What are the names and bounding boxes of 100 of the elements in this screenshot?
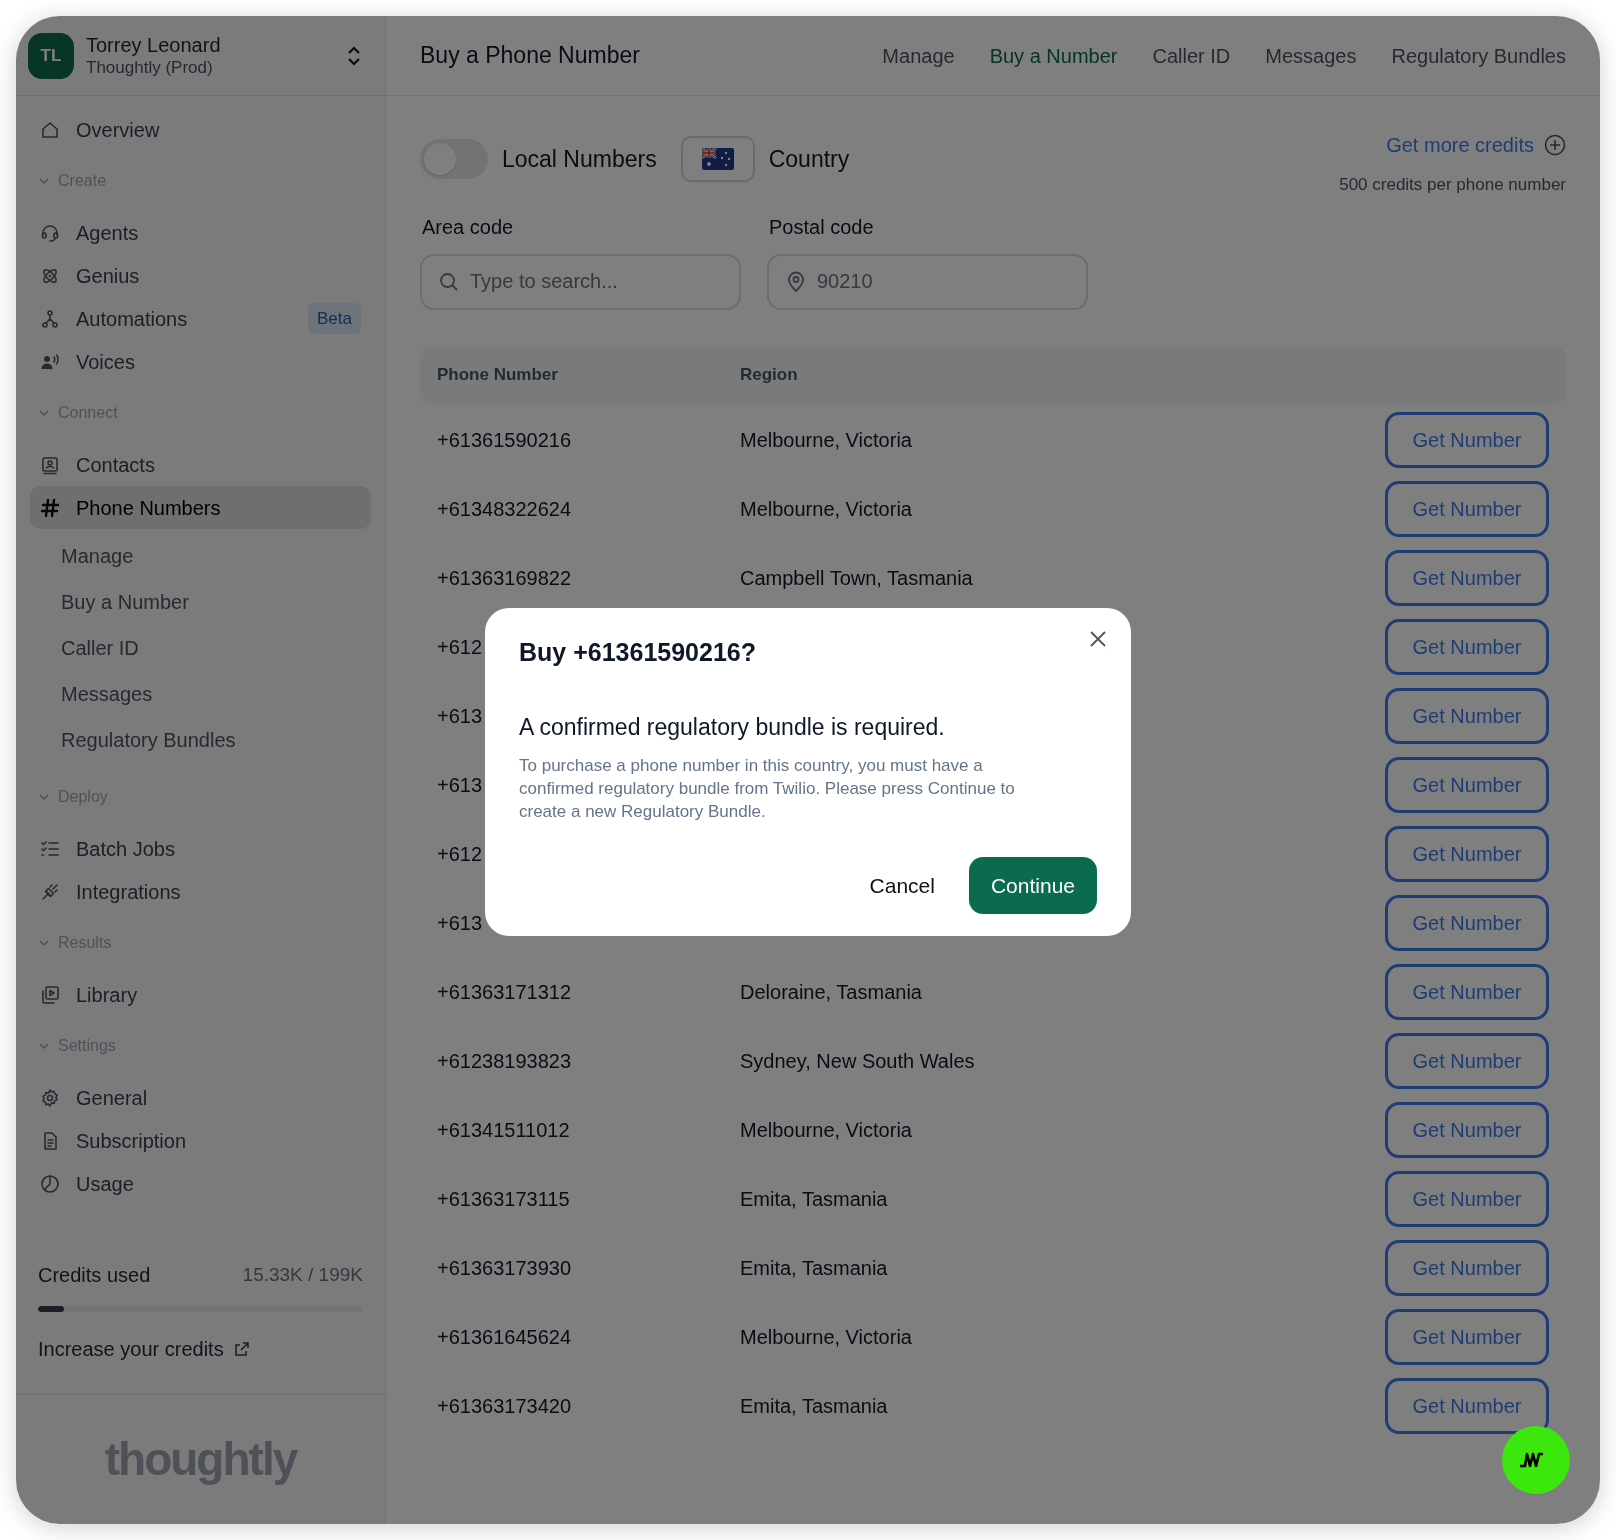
- nav-item[interactable]: Library: [30, 973, 371, 1016]
- get-number-button[interactable]: Get Number: [1385, 895, 1549, 951]
- nav-tab[interactable]: Regulatory Bundles: [1391, 40, 1566, 71]
- nav-item[interactable]: General: [30, 1076, 371, 1119]
- phone-number-cell: +61348322624: [437, 498, 572, 520]
- country-label: Country: [768, 144, 850, 174]
- credits-note: 500 credits per phone number: [1339, 174, 1566, 196]
- dialog-message: To purchase a phone number in this country, you must have a confirmed regulatory bundle from Twilio. Please press Continue to create a new Regulatory Bundle.: [519, 755, 1016, 823]
- plus-circle-icon[interactable]: [1544, 134, 1566, 156]
- column-header: Region: [740, 364, 798, 387]
- phone-number-cell: +61363173115: [437, 1188, 570, 1210]
- get-number-button[interactable]: Get Number: [1385, 1309, 1549, 1365]
- chevron-icon: [38, 407, 50, 419]
- nav-item[interactable]: Genius: [30, 254, 371, 297]
- dialog-title: Buy +61361590216?: [519, 637, 757, 668]
- field-label: Area code: [421, 214, 515, 240]
- nav-subitem[interactable]: Regulatory Bundles: [30, 717, 371, 763]
- toggle-label: Local Numbers: [502, 144, 657, 174]
- phone-number-cell: +612: [437, 636, 483, 658]
- settings-icon: [40, 1087, 60, 1108]
- nav-item[interactable]: Phone Numbers: [30, 486, 371, 529]
- contact-card-icon: [40, 454, 60, 475]
- close-icon[interactable]: [1089, 630, 1107, 648]
- cancel-button[interactable]: Cancel: [851, 857, 953, 914]
- get-number-button[interactable]: Get Number: [1385, 1240, 1549, 1296]
- avatar: TL: [28, 32, 74, 79]
- phone-number-cell: +61341511012: [437, 1119, 570, 1141]
- nav-subitem[interactable]: Buy a Number: [30, 579, 371, 625]
- workspace-name: Thoughtly (Prod): [86, 56, 214, 79]
- region-cell: Campbell Town, Tasmania: [740, 567, 973, 589]
- get-number-button[interactable]: Get Number: [1385, 619, 1549, 675]
- nav-item[interactable]: Voices: [30, 340, 371, 383]
- beta-badge: Beta: [308, 302, 361, 335]
- plug-icon: [40, 881, 60, 902]
- get-number-button[interactable]: Get Number: [1385, 481, 1549, 537]
- nav-subitem[interactable]: Messages: [30, 671, 371, 717]
- column-header: Phone Number: [437, 364, 559, 387]
- nav-tab[interactable]: Buy a Number: [989, 40, 1118, 71]
- account-name: Torrey Leonard: [86, 32, 222, 57]
- chevron-icon: [38, 1040, 50, 1052]
- get-number-button[interactable]: Get Number: [1385, 1033, 1549, 1089]
- phone-number-cell: +61361645624: [437, 1326, 572, 1348]
- get-number-button[interactable]: Get Number: [1385, 826, 1549, 882]
- switcher-icon[interactable]: [347, 44, 361, 67]
- nav-item[interactable]: Automations Beta: [30, 297, 371, 340]
- region-cell: Melbourne, Victoria: [740, 498, 912, 520]
- phone-number-cell: +613: [437, 912, 483, 934]
- phone-number-cell: +61238193823: [437, 1050, 572, 1072]
- phone-number-cell: +612: [437, 843, 483, 865]
- nav-item[interactable]: Integrations: [30, 870, 371, 913]
- page-title: Buy a Phone Number: [420, 41, 641, 71]
- phone-number-cell: +61363169822: [437, 567, 572, 589]
- chevron-icon: [38, 791, 50, 803]
- nav-tab[interactable]: Caller ID: [1152, 40, 1231, 71]
- nav-item[interactable]: Batch Jobs: [30, 827, 371, 870]
- phone-number-cell: +61361590216: [437, 429, 572, 451]
- dialog-heading: A confirmed regulatory bundle is required.: [519, 712, 946, 742]
- get-number-button[interactable]: Get Number: [1385, 1102, 1549, 1158]
- credits-reading: 15.33K / 199K: [242, 1262, 363, 1287]
- area-code-field[interactable]: Type to search...: [420, 253, 741, 310]
- chevron-icon: [38, 937, 50, 949]
- flag-icon: [701, 148, 734, 170]
- checklist-icon: [40, 838, 60, 859]
- play-library-icon: [40, 984, 60, 1005]
- phone-number-cell: +61363171312: [437, 981, 572, 1003]
- region-cell: Emita, Tasmania: [740, 1257, 888, 1279]
- nav-item[interactable]: Contacts: [30, 443, 371, 486]
- nav-subitem[interactable]: Caller ID: [30, 625, 371, 671]
- nav-item[interactable]: Agents: [30, 211, 371, 254]
- nav-item[interactable]: Usage: [30, 1162, 371, 1205]
- region-cell: Sydney, New South Wales: [740, 1050, 975, 1072]
- increase-credits-link[interactable]: Increase your credits: [38, 1334, 363, 1364]
- nav-tab[interactable]: Manage: [882, 40, 955, 71]
- pie-chart-icon: [40, 1173, 60, 1194]
- field-label: Postal code: [768, 214, 875, 240]
- postal-code-field[interactable]: 90210: [767, 253, 1088, 310]
- nav-tab[interactable]: Messages: [1265, 40, 1357, 71]
- get-number-button[interactable]: Get Number: [1385, 550, 1549, 606]
- location-pin-icon: [786, 270, 806, 293]
- region-cell: Emita, Tasmania: [740, 1395, 888, 1417]
- nav-item[interactable]: Overview: [30, 108, 371, 151]
- country-picker[interactable]: [680, 136, 755, 182]
- get-number-button[interactable]: Get Number: [1385, 1171, 1549, 1227]
- get-number-button[interactable]: Get Number: [1385, 1378, 1549, 1434]
- nav-subitem[interactable]: Manage: [30, 533, 371, 579]
- phone-number-cell: +613: [437, 774, 483, 796]
- get-number-button[interactable]: Get Number: [1385, 757, 1549, 813]
- external-link-icon: [233, 1341, 250, 1357]
- search-icon: [439, 271, 459, 292]
- region-cell: Melbourne, Victoria: [740, 1119, 912, 1141]
- get-number-button[interactable]: Get Number: [1385, 412, 1549, 468]
- phone-number-cell: +61363173420: [437, 1395, 572, 1417]
- get-more-credits-link[interactable]: Get more credits: [1386, 130, 1534, 160]
- flow-icon: [40, 308, 60, 329]
- continue-button[interactable]: Continue: [968, 857, 1097, 914]
- nav-item[interactable]: Subscription: [30, 1119, 371, 1162]
- region-cell: Emita, Tasmania: [740, 1188, 888, 1210]
- get-number-button[interactable]: Get Number: [1385, 688, 1549, 744]
- get-number-button[interactable]: Get Number: [1385, 964, 1549, 1020]
- hash-icon: [40, 497, 60, 518]
